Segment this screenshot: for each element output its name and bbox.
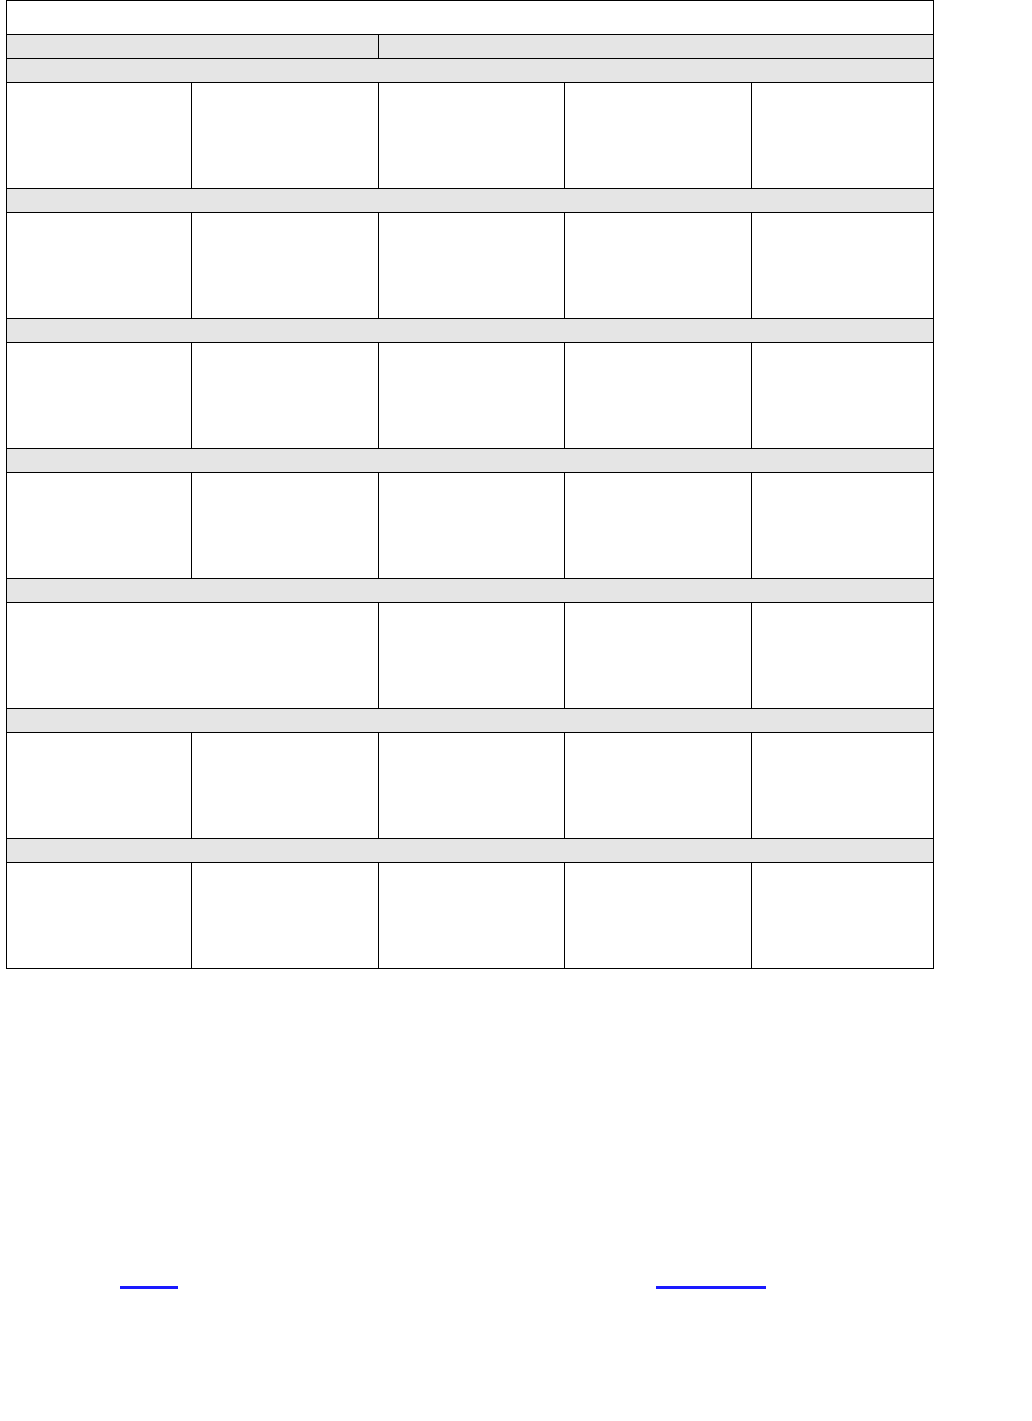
table-row (7, 343, 934, 449)
cell (191, 213, 378, 319)
section-label (7, 709, 934, 733)
cell (7, 83, 192, 189)
cell (565, 603, 752, 709)
cell (191, 863, 378, 969)
section-row (7, 59, 934, 83)
table-row (7, 473, 934, 579)
cell (191, 83, 378, 189)
table-row (7, 83, 934, 189)
section-label (7, 839, 934, 863)
table-title (7, 1, 934, 35)
section-label (7, 579, 934, 603)
header-row (7, 35, 934, 59)
cell (752, 83, 934, 189)
cell (191, 473, 378, 579)
section-row (7, 189, 934, 213)
section-row (7, 449, 934, 473)
cell (378, 83, 565, 189)
section-row (7, 839, 934, 863)
cell (191, 733, 378, 839)
cell (7, 733, 192, 839)
cell (752, 343, 934, 449)
cell (191, 343, 378, 449)
cell (7, 473, 192, 579)
cell (378, 603, 565, 709)
title-row (7, 1, 934, 35)
table-row (7, 863, 934, 969)
cell (378, 473, 565, 579)
section-row (7, 709, 934, 733)
cell (565, 733, 752, 839)
cell (378, 343, 565, 449)
footer-link-left[interactable] (120, 1281, 178, 1289)
cell (7, 603, 379, 709)
cell (752, 213, 934, 319)
cell (7, 863, 192, 969)
section-label (7, 319, 934, 343)
footer-link-right[interactable] (656, 1281, 766, 1289)
header-left (7, 35, 379, 59)
section-label (7, 189, 934, 213)
cell (565, 343, 752, 449)
cell (378, 733, 565, 839)
cell (378, 863, 565, 969)
section-label (7, 449, 934, 473)
table-row (7, 733, 934, 839)
table-row (7, 213, 934, 319)
cell (752, 733, 934, 839)
section-row (7, 579, 934, 603)
cell (565, 213, 752, 319)
section-label (7, 59, 934, 83)
cell (752, 863, 934, 969)
cell (7, 213, 192, 319)
cell (565, 863, 752, 969)
page (0, 0, 1032, 1289)
section-row (7, 319, 934, 343)
cell (7, 343, 192, 449)
cell (378, 213, 565, 319)
cell (752, 603, 934, 709)
main-table (6, 0, 934, 969)
footer-area (6, 969, 934, 1289)
cell (565, 83, 752, 189)
cell (752, 473, 934, 579)
cell (565, 473, 752, 579)
table-row (7, 603, 934, 709)
header-right (378, 35, 933, 59)
